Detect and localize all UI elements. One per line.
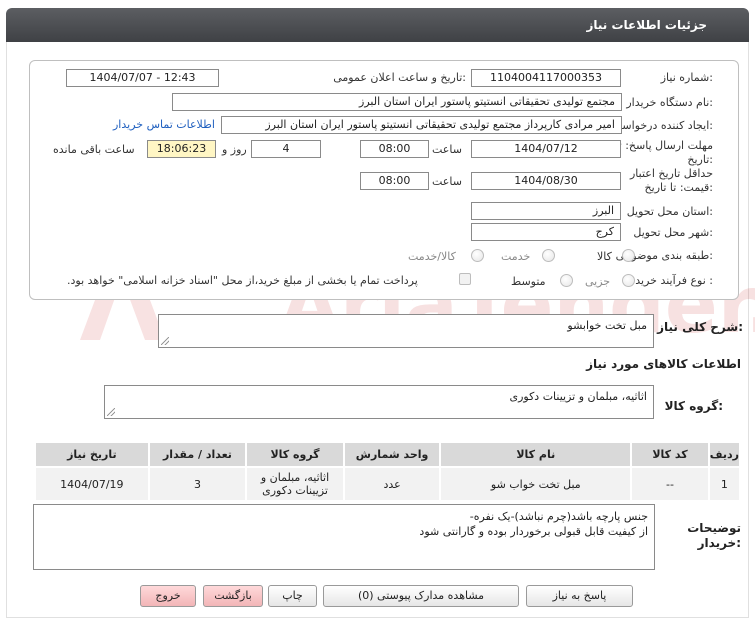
view-attachments-button[interactable]: مشاهده مدارک پیوستی (0) bbox=[323, 585, 519, 607]
cell-unit: عدد bbox=[342, 466, 442, 502]
buyer-notes-line: جنس پارچه باشد(چرم نباشد)-یک نفره- bbox=[469, 510, 648, 523]
validity-label: حداقل تاریخ اعتبار bbox=[629, 167, 713, 180]
category-option-service: خدمت bbox=[501, 250, 531, 263]
summary-label: شرح کلی نیاز: bbox=[657, 320, 743, 334]
cell-code: -- bbox=[630, 466, 710, 502]
category-option-goods: کالا bbox=[597, 250, 612, 263]
category-radio-both[interactable] bbox=[471, 249, 484, 262]
cell-date: 1404/07/19 bbox=[34, 466, 150, 502]
buyer-notes-line: از کیفیت قابل قبولی برخوردار بوده و گارا… bbox=[419, 525, 648, 538]
cell-quantity: 3 bbox=[147, 466, 248, 502]
goods-group-textarea[interactable]: اثاثیه، مبلمان و تزیینات دکوری bbox=[104, 385, 654, 419]
buyer-notes-label: توضیحات bbox=[687, 521, 741, 535]
page: جزئیات اطلاعات نیاز AriaTender.net شماره… bbox=[0, 0, 755, 622]
buyer-org-label: نام دستگاه خریدار: bbox=[626, 96, 713, 109]
col-header-quantity: تعداد / مقدار bbox=[147, 441, 248, 468]
city-field: کرج bbox=[471, 223, 621, 241]
requester-label: ایجاد کننده درخواست: bbox=[611, 119, 713, 132]
col-header-group: گروه کالا bbox=[245, 441, 345, 468]
deadline-label: مهلت ارسال پاسخ: تا bbox=[615, 139, 713, 152]
process-label: نوع فرآیند خرید : bbox=[635, 274, 713, 287]
buyer-notes-textarea[interactable]: جنس پارچه باشد(چرم نباشد)-یک نفره- از کی… bbox=[33, 504, 655, 570]
category-radio-service[interactable] bbox=[542, 249, 555, 262]
deadline-label-date: تاریخ: bbox=[687, 153, 713, 166]
resize-grip-icon[interactable] bbox=[107, 408, 115, 416]
remaining-label: ساعت باقی مانده bbox=[53, 143, 135, 156]
requester-field: امیر مرادی کارپرداز مجتمع تولیدی تحقیقات… bbox=[221, 116, 622, 134]
col-header-name: نام کالا bbox=[439, 441, 633, 468]
print-button[interactable]: چاپ bbox=[268, 585, 317, 607]
province-field: البرز bbox=[471, 202, 621, 220]
validity-label-date: قیمت: تا تاریخ: bbox=[644, 181, 713, 194]
goods-section-title: اطلاعات کالاهای مورد نیاز bbox=[586, 357, 741, 371]
col-header-unit: واحد شمارش bbox=[342, 441, 442, 468]
cell-row-number: 1 bbox=[707, 466, 742, 502]
validity-time-label: ساعت bbox=[432, 175, 462, 188]
table-header-row: ردیف کد کالا نام کالا واحد شمارش گروه کا… bbox=[34, 441, 742, 468]
category-radio-goods[interactable] bbox=[622, 249, 635, 262]
process-radio-medium[interactable] bbox=[560, 274, 573, 287]
reply-button[interactable]: پاسخ به نیاز bbox=[526, 585, 633, 607]
treasury-checkbox[interactable] bbox=[459, 273, 471, 285]
goods-group-text: اثاثیه، مبلمان و تزیینات دکوری bbox=[509, 390, 647, 403]
goods-group-label: گروه کالا: bbox=[664, 399, 723, 413]
summary-text: مبل تخت خوابشو bbox=[567, 319, 647, 332]
days-field: 4 bbox=[251, 140, 321, 158]
announce-label: تاریخ و ساعت اعلان عمومی: bbox=[333, 71, 466, 84]
need-number-label: شماره نیاز: bbox=[660, 71, 713, 84]
exit-button[interactable]: خروج bbox=[140, 585, 196, 607]
contact-buyer-link[interactable]: اطلاعات تماس خریدار bbox=[113, 118, 215, 131]
page-title: جزئیات اطلاعات نیاز bbox=[586, 18, 707, 32]
process-option-medium: متوسط bbox=[511, 275, 546, 288]
col-header-row-number: ردیف bbox=[707, 441, 742, 468]
summary-textarea[interactable]: مبل تخت خوابشو bbox=[158, 314, 654, 348]
buyer-notes-label-2: خریدار: bbox=[697, 536, 741, 550]
resize-grip-icon[interactable] bbox=[161, 337, 169, 345]
province-label: استان محل تحویل: bbox=[626, 205, 713, 218]
deadline-time-field: 08:00 bbox=[360, 140, 429, 158]
treasury-note: پرداخت تمام یا بخشی از مبلغ خرید،از محل … bbox=[67, 274, 418, 287]
col-header-code: کد کالا bbox=[630, 441, 710, 468]
back-button[interactable]: بازگشت bbox=[203, 585, 263, 607]
validity-time-field: 08:00 bbox=[360, 172, 429, 190]
table-row: 1 -- مبل تخت خواب شو عدد اثاثیه، مبلمان … bbox=[34, 466, 742, 502]
announce-field: 1404/07/07 - 12:43 bbox=[66, 69, 219, 87]
city-label: شهر محل تحویل: bbox=[633, 226, 713, 239]
need-number-field: 1104004117000353 bbox=[471, 69, 621, 87]
category-option-both: کالا/خدمت bbox=[408, 250, 456, 263]
buyer-org-field: مجتمع تولیدی تحقیقاتی انستیتو پاستور ایر… bbox=[172, 93, 622, 111]
cell-group: اثاثیه، مبلمان و تزیینات دکوری bbox=[245, 466, 345, 502]
days-label: روز و bbox=[222, 143, 247, 156]
deadline-date-field: 1404/07/12 bbox=[471, 140, 621, 158]
page-header: جزئیات اطلاعات نیاز bbox=[6, 8, 749, 42]
process-radio-minor[interactable] bbox=[622, 274, 635, 287]
col-header-date: تاریخ نیاز bbox=[34, 441, 150, 468]
deadline-time-label: ساعت bbox=[432, 143, 462, 156]
process-option-minor: جزیی bbox=[585, 275, 611, 288]
remaining-time-field: 18:06:23 bbox=[147, 140, 216, 158]
goods-table: ردیف کد کالا نام کالا واحد شمارش گروه کا… bbox=[34, 441, 742, 502]
validity-date-field: 1404/08/30 bbox=[471, 172, 621, 190]
cell-name: مبل تخت خواب شو bbox=[439, 466, 633, 502]
